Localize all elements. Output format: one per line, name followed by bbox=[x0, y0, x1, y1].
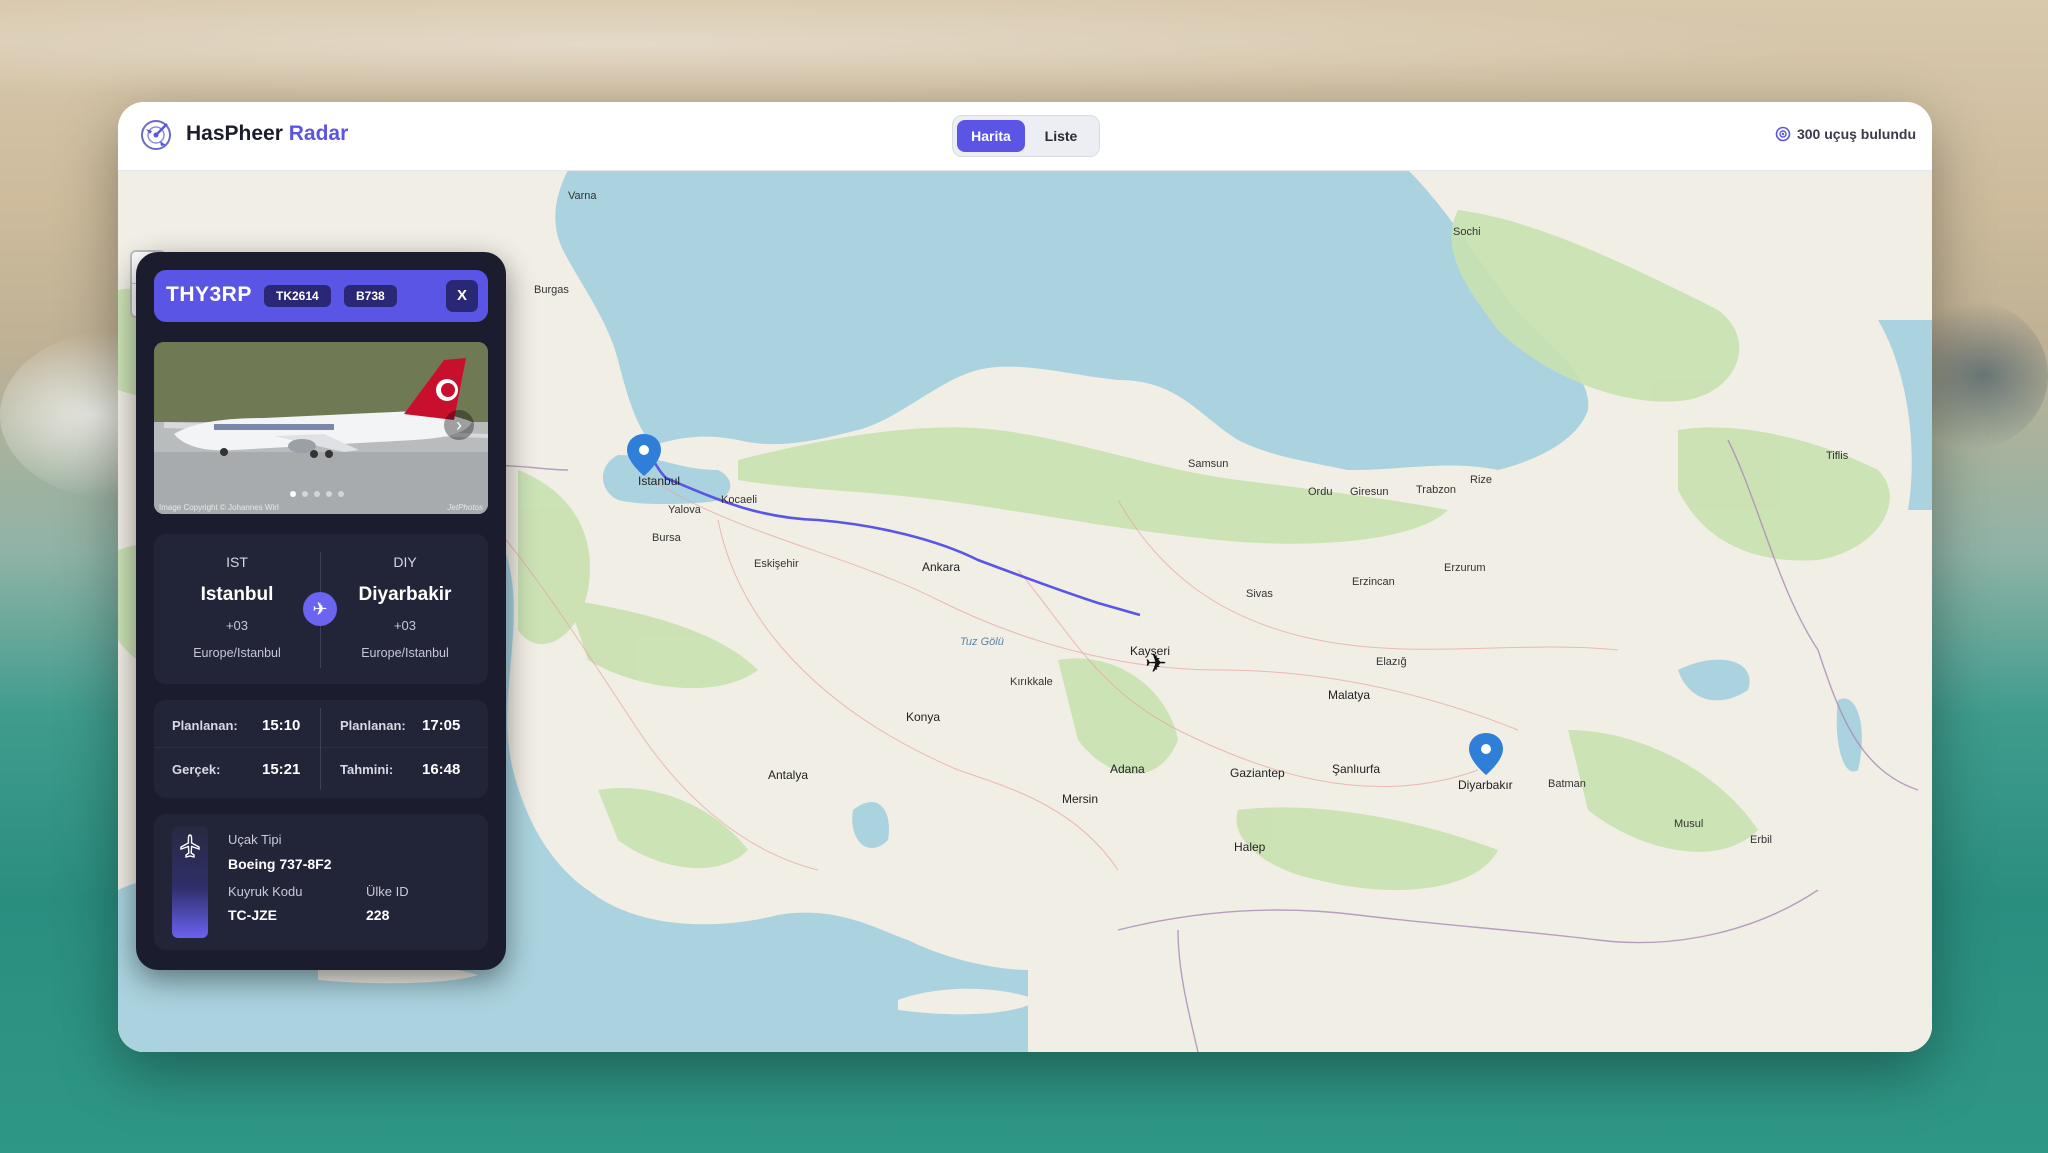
view-toggle: Harita Liste bbox=[952, 115, 1100, 157]
map-label-batman: Batman bbox=[1548, 778, 1586, 790]
origin-city: Istanbul bbox=[200, 584, 274, 605]
map-label-kirikkale: Kırıkkale bbox=[1010, 676, 1053, 688]
map-label-trabzon: Trabzon bbox=[1416, 484, 1456, 496]
map-label-eskisehir: Eskişehir bbox=[754, 558, 799, 570]
photo-next-button[interactable]: › bbox=[444, 410, 474, 440]
map-label-sivas: Sivas bbox=[1246, 588, 1273, 600]
radar-small-icon bbox=[1775, 126, 1791, 142]
pager-dot[interactable] bbox=[290, 491, 296, 497]
origin-marker-icon[interactable] bbox=[627, 434, 661, 476]
pager-dot[interactable] bbox=[314, 491, 320, 497]
actual-row: Gerçek: 15:21 Tahmini: 16:48 bbox=[154, 746, 488, 794]
map-label-varna: Varna bbox=[568, 190, 597, 202]
arr-scheduled-label: Planlanan: bbox=[340, 718, 406, 733]
origin-offset: +03 bbox=[225, 618, 249, 633]
pager-dot[interactable] bbox=[338, 491, 344, 497]
app-title: HasPheer Radar bbox=[186, 122, 348, 146]
arr-estimated-label: Tahmini: bbox=[340, 762, 394, 777]
destination-column: DIY Diyarbakir +03 Europe/Istanbul bbox=[322, 534, 488, 684]
map-label-diyarbakir: Diyarbakır bbox=[1458, 778, 1513, 792]
map-label-ordu: Ordu bbox=[1308, 486, 1333, 498]
origin-timezone: Europe/Istanbul bbox=[193, 646, 281, 660]
tab-map[interactable]: Harita bbox=[957, 120, 1025, 152]
origin-code: IST bbox=[226, 554, 248, 570]
scheduled-row: Planlanan: 15:10 Planlanan: 17:05 bbox=[154, 702, 488, 750]
times-card: Planlanan: 15:10 Planlanan: 17:05 Gerçek… bbox=[154, 700, 488, 798]
map-label-erzincan: Erzincan bbox=[1352, 576, 1395, 588]
origin-column: IST Istanbul +03 Europe/Istanbul bbox=[154, 534, 320, 684]
map-label-konya: Konya bbox=[906, 710, 941, 724]
pager-dot[interactable] bbox=[302, 491, 308, 497]
dep-scheduled-label: Planlanan: bbox=[172, 718, 238, 733]
map-label-gaziantep: Gaziantep bbox=[1230, 766, 1285, 780]
route-card: IST Istanbul +03 Europe/Istanbul ✈ DIY D… bbox=[154, 534, 488, 684]
map-label-istanbul: Istanbul bbox=[638, 474, 681, 488]
map-label-giresun: Giresun bbox=[1350, 486, 1389, 498]
map-label-mersin: Mersin bbox=[1062, 792, 1099, 806]
dep-scheduled-time: 15:10 bbox=[262, 717, 301, 734]
photo-pager bbox=[290, 484, 350, 502]
photo-credit: Image Copyright © Johannes Wirl bbox=[159, 503, 279, 512]
map-label-tuz-golu: Tuz Gölü bbox=[960, 636, 1004, 648]
map-label-burgas: Burgas bbox=[534, 284, 569, 296]
map-label-bursa: Bursa bbox=[652, 532, 681, 544]
flight-details-panel: THY3RP TK2614 B738 X › Image Copyright ©… bbox=[136, 252, 506, 970]
map-label-ankara: Ankara bbox=[922, 560, 961, 574]
radar-logo-icon bbox=[141, 120, 171, 150]
aircraft-position-icon[interactable]: ✈ bbox=[1145, 648, 1167, 679]
destination-marker-icon[interactable] bbox=[1469, 733, 1503, 775]
country-id-label: Ülke ID bbox=[366, 884, 409, 899]
flight-count-text: 300 uçuş bulundu bbox=[1796, 126, 1916, 142]
tail-code-label: Kuyruk Kodu bbox=[228, 884, 303, 899]
pager-dot[interactable] bbox=[326, 491, 332, 497]
aircraft-code-badge: B738 bbox=[344, 285, 397, 307]
destination-city: Diyarbakir bbox=[358, 584, 452, 605]
map-label-sanliurfa: Şanlıurfa bbox=[1332, 762, 1381, 776]
aircraft-type-bar bbox=[172, 826, 208, 938]
map-label-rize: Rize bbox=[1470, 474, 1493, 486]
aircraft-type-label: Uçak Tipi bbox=[228, 832, 282, 847]
map-label-halep: Halep bbox=[1234, 840, 1266, 854]
close-button[interactable]: X bbox=[446, 280, 478, 312]
map-label-adana: Adana bbox=[1110, 762, 1145, 776]
app-window: HasPheer Radar Harita Liste 300 uçuş bul… bbox=[118, 102, 1932, 1052]
tab-list[interactable]: Liste bbox=[1027, 120, 1095, 152]
top-bar: HasPheer Radar Harita Liste 300 uçuş bul… bbox=[118, 102, 1932, 171]
background-surf bbox=[0, 0, 2048, 110]
flight-count: 300 uçuş bulundu bbox=[1775, 126, 1916, 142]
flight-header: THY3RP TK2614 B738 X bbox=[154, 270, 488, 322]
map-label-sochi: Sochi bbox=[1453, 226, 1481, 238]
map-label-antalya: Antalya bbox=[768, 768, 809, 782]
aircraft-card: Uçak Tipi Boeing 737-8F2 Kuyruk Kodu TC-… bbox=[154, 814, 488, 950]
brand-main-text: HasPheer bbox=[186, 122, 283, 145]
destination-timezone: Europe/Istanbul bbox=[361, 646, 449, 660]
map-label-malatya: Malatya bbox=[1328, 688, 1371, 702]
photo-source: JetPhotos bbox=[447, 503, 483, 512]
brand-accent-text: Radar bbox=[288, 122, 349, 145]
destination-code: DIY bbox=[393, 554, 417, 570]
arr-estimated-time: 16:48 bbox=[422, 761, 461, 778]
destination-offset: +03 bbox=[393, 618, 417, 633]
flight-number-badge: TK2614 bbox=[264, 285, 331, 307]
country-id-value: 228 bbox=[366, 907, 390, 923]
map-label-yalova: Yalova bbox=[668, 504, 701, 516]
map-label-elazig: Elazığ bbox=[1376, 656, 1407, 668]
callsign: THY3RP bbox=[166, 283, 252, 306]
aircraft-photo[interactable]: › Image Copyright © Johannes Wirl JetPho… bbox=[154, 342, 488, 514]
arr-scheduled-time: 17:05 bbox=[422, 717, 461, 734]
map-label-tiflis: Tiflis bbox=[1826, 450, 1849, 462]
dep-actual-label: Gerçek: bbox=[172, 762, 221, 777]
map-label-erzurum: Erzurum bbox=[1444, 562, 1486, 574]
dep-actual-time: 15:21 bbox=[262, 761, 301, 778]
map-label-erbil: Erbil bbox=[1750, 834, 1773, 846]
aircraft-type-value: Boeing 737-8F2 bbox=[228, 856, 332, 872]
plane-icon bbox=[180, 834, 200, 858]
tail-code-value: TC-JZE bbox=[228, 907, 277, 923]
map-label-kocaeli: Kocaeli bbox=[721, 494, 758, 506]
map-label-musul: Musul bbox=[1674, 818, 1704, 830]
map-label-samsun: Samsun bbox=[1188, 458, 1229, 470]
